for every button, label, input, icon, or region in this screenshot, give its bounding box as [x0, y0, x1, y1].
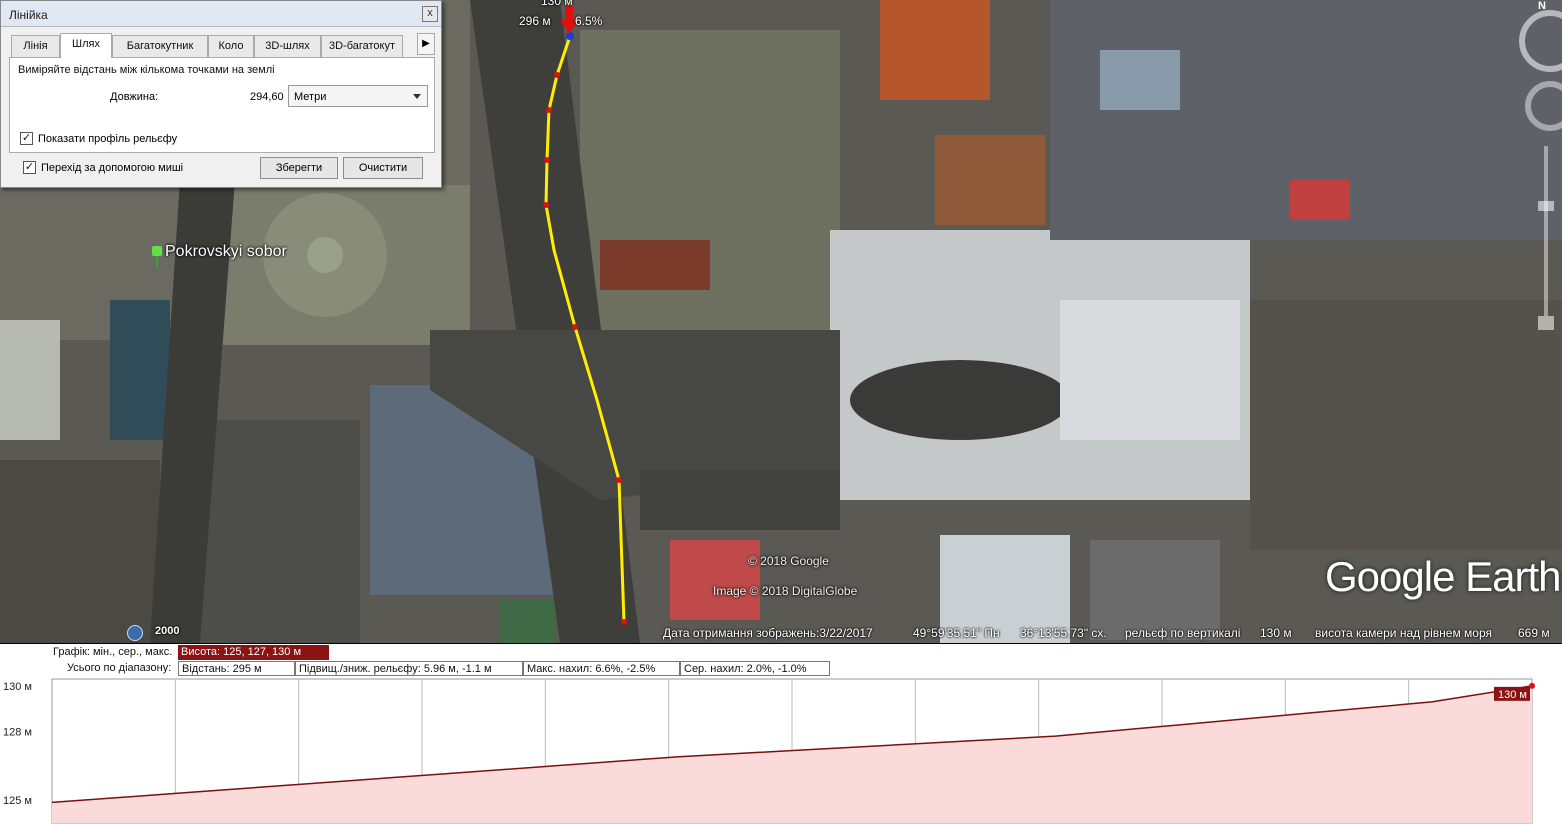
marker-elevation: 130 м: [541, 0, 573, 8]
ruler-dialog: Лінійка x Лінія Шлях Багатокутник Коло 3…: [0, 0, 442, 188]
avg-slope-stat: Сер. нахил: 2.0%, -1.0%: [680, 661, 830, 676]
mouse-navigation-checkbox[interactable]: ✓: [23, 161, 36, 174]
graph-stats-label: Графік: мін., сер., макс.: [53, 646, 173, 658]
mouse-navigation-label[interactable]: Перехід за допомогою миші: [41, 162, 183, 174]
camera-altitude-label: висота камери над рівнем моря: [1315, 626, 1493, 640]
path-tab-panel: Виміряйте відстань між кількома точками …: [9, 57, 435, 153]
relief-value: 130 м: [1260, 626, 1292, 640]
tab-circle[interactable]: Коло: [208, 35, 254, 57]
path-node[interactable]: [554, 72, 560, 78]
tab-line[interactable]: Лінія: [11, 35, 60, 57]
y-tick-label: 128 м: [3, 727, 32, 739]
status-bar: 2000 Дата отримання зображень:3/22/2017 …: [0, 622, 1562, 643]
tab-3d-polygon[interactable]: 3D-багатокут: [321, 35, 403, 57]
close-button[interactable]: x: [422, 6, 438, 22]
tab-path[interactable]: Шлях: [60, 33, 112, 58]
tab-polygon[interactable]: Багатокутник: [112, 35, 208, 57]
profile-range-stats: Усього по діапазону: Відстань: 295 м Під…: [0, 660, 1562, 677]
placemark-label[interactable]: Pokrovskyi sobor: [165, 243, 287, 261]
elevation-change-stat: Підвищ./зниж. рельєфу: 5.96 м, -1.1 м: [295, 661, 523, 676]
path-node[interactable]: [543, 202, 549, 208]
imagery-year[interactable]: 2000: [155, 625, 179, 637]
latitude: 49°59'35.51" Пн: [913, 626, 1000, 640]
path-node[interactable]: [544, 157, 550, 163]
ruler-title-bar[interactable]: Лінійка x: [1, 1, 441, 27]
elevation-stats: Висота: 125, 127, 130 м: [178, 645, 330, 660]
elevation-profile-panel: Графік: мін., сер., макс. Висота: 125, 1…: [0, 644, 1562, 825]
path-node[interactable]: [616, 477, 622, 483]
imagery-date: Дата отримання зображень:3/22/2017: [663, 626, 873, 640]
relief-label: рельєф по вертикалі: [1125, 626, 1241, 640]
marker-slope: 6.5%: [575, 14, 603, 28]
length-label: Довжина:: [110, 91, 159, 103]
profile-header: Графік: мін., сер., макс. Висота: 125, 1…: [0, 644, 1562, 660]
tab-3d-path[interactable]: 3D-шлях: [254, 35, 321, 57]
distance-stat: Відстань: 295 м: [178, 661, 295, 676]
ruler-tabs: Лінія Шлях Багатокутник Коло 3D-шлях 3D-…: [9, 33, 437, 58]
range-label: Усього по діапазону:: [67, 662, 172, 674]
units-selected-value: Метри: [294, 91, 327, 103]
path-node[interactable]: [572, 324, 578, 330]
y-tick-label: 125 м: [3, 795, 32, 807]
profile-end-point: [1529, 682, 1535, 689]
show-relief-profile-label[interactable]: Показати профіль рельєфу: [38, 133, 177, 145]
units-dropdown[interactable]: Метри: [288, 85, 428, 107]
navigation-controls[interactable]: [1500, 0, 1562, 336]
copyright-google: © 2018 Google: [748, 554, 829, 568]
google-earth-logo: Google Earth: [1325, 553, 1561, 600]
copyright-imagery: Image © 2018 DigitalGlobe: [713, 584, 858, 598]
historical-imagery-clock-icon[interactable]: [127, 625, 143, 641]
y-tick-label: 130 м: [3, 681, 32, 693]
tab-scroll-right-button[interactable]: ▶: [417, 33, 435, 55]
clear-button[interactable]: Очистити: [343, 157, 423, 179]
instruction-text: Виміряйте відстань між кількома точками …: [18, 64, 275, 76]
chevron-down-icon: [413, 94, 421, 99]
ruler-title: Лінійка: [9, 8, 48, 22]
placemark-pin-icon[interactable]: [148, 246, 166, 270]
longitude: 36°13'55.73" сх.: [1020, 626, 1107, 640]
length-value: 294,60: [250, 91, 284, 103]
save-button[interactable]: Зберегти: [260, 157, 338, 179]
end-value-label: 130 м: [1498, 689, 1527, 701]
north-indicator[interactable]: N: [1538, 0, 1546, 12]
show-relief-profile-checkbox[interactable]: ✓: [20, 132, 33, 145]
camera-altitude-value: 669 м: [1518, 626, 1550, 640]
marker-distance: 296 м: [519, 14, 551, 28]
max-slope-stat: Макс. нахил: 6.6%, -2.5%: [523, 661, 680, 676]
elevation-profile-chart[interactable]: 130 м 128 м 125 м 130 м: [0, 677, 1562, 825]
path-node[interactable]: [546, 107, 552, 113]
